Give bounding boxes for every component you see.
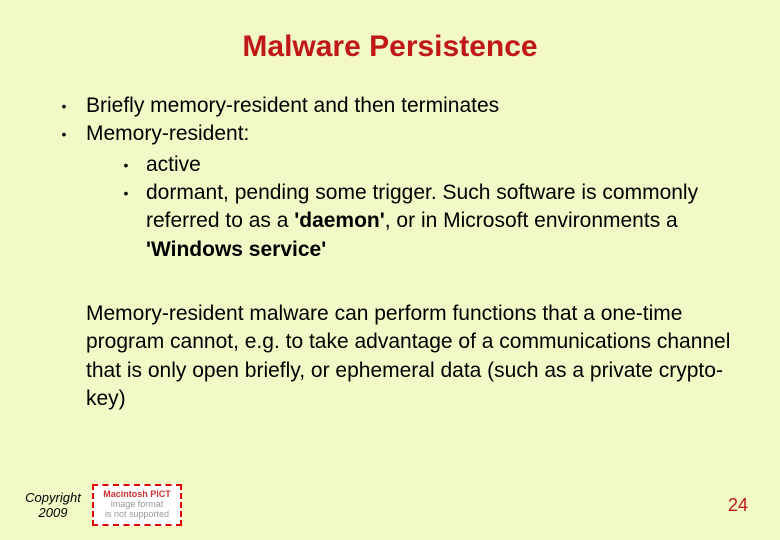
bullet-text: Briefly memory-resident and then termina… <box>86 92 738 120</box>
sub-bullet-item: • dormant, pending some trigger. Such so… <box>106 179 738 264</box>
bullet-glyph: • <box>106 179 146 203</box>
bullet-glyph: • <box>106 151 146 175</box>
sub-bullet-text: active <box>146 151 738 179</box>
sub-bullet-list: • active • dormant, pending some trigger… <box>86 151 738 264</box>
bullet-glyph: • <box>42 120 86 144</box>
page-number: 24 <box>728 495 748 516</box>
bullet-text-span: Memory-resident: <box>86 122 249 145</box>
copyright-line: 2009 <box>39 505 68 520</box>
bold-term-windows-service: 'Windows service' <box>146 238 326 261</box>
missing-image-line: Macintosh PICT <box>103 489 171 499</box>
copyright-line: Copyright <box>25 490 81 505</box>
missing-image-line: image format <box>111 499 164 509</box>
slide-title: Malware Persistence <box>42 30 738 64</box>
sub-bullet-text: dormant, pending some trigger. Such soft… <box>146 179 738 264</box>
sub-bullet-item: • active <box>106 151 738 179</box>
copyright-text: Copyright 2009 <box>18 490 88 521</box>
missing-image-placeholder-icon: Macintosh PICT image format is not suppo… <box>92 484 182 526</box>
bullet-item: • Memory-resident: • active • dormant, p… <box>42 120 738 264</box>
bold-term-daemon: 'daemon' <box>294 209 385 232</box>
text-span: , or in Microsoft environments a <box>385 209 678 232</box>
body-paragraph: Memory-resident malware can perform func… <box>86 300 738 413</box>
bullet-list: • Briefly memory-resident and then termi… <box>42 92 738 264</box>
bullet-glyph: • <box>42 92 86 116</box>
bullet-text: Memory-resident: • active • dormant, pen… <box>86 120 738 264</box>
missing-image-line: is not supported <box>105 509 169 519</box>
bullet-item: • Briefly memory-resident and then termi… <box>42 92 738 120</box>
slide-footer: Copyright 2009 Macintosh PICT image form… <box>0 484 780 526</box>
